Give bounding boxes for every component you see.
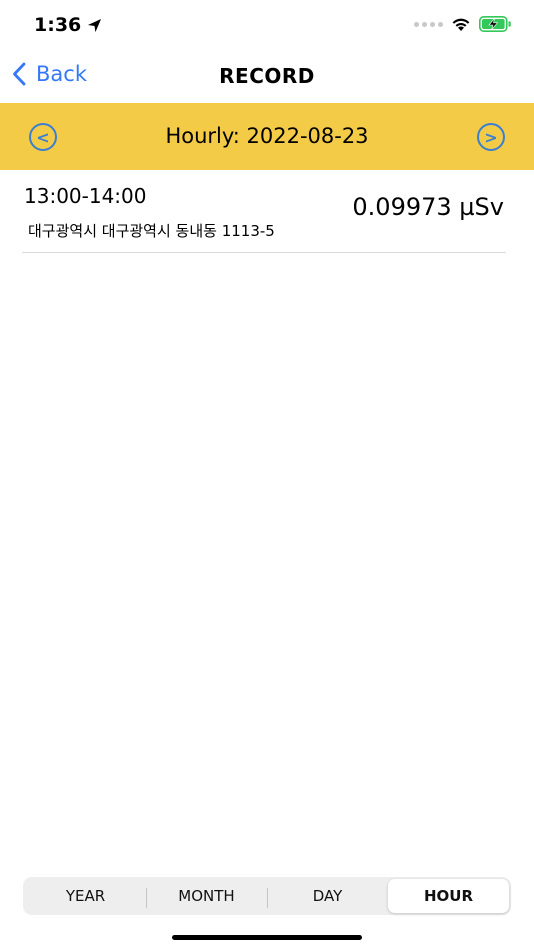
- page-title: RECORD: [219, 64, 315, 88]
- record-time-range: 13:00-14:00: [24, 184, 147, 208]
- date-bar: < Hourly: 2022-08-23 >: [0, 103, 534, 170]
- segment-day[interactable]: DAY: [267, 879, 388, 913]
- signal-dots-icon: [414, 21, 443, 27]
- status-time: 1:36: [34, 14, 102, 36]
- record-row[interactable]: 13:00-14:00 대구광역시 대구광역시 동내동 1113-5 0.099…: [22, 172, 506, 253]
- next-date-button[interactable]: >: [477, 123, 505, 151]
- home-indicator: [172, 935, 362, 940]
- segment-hour[interactable]: HOUR: [388, 879, 509, 913]
- status-time-text: 1:36: [34, 14, 82, 36]
- date-title: Hourly: 2022-08-23: [165, 124, 369, 148]
- segment-year[interactable]: YEAR: [25, 879, 146, 913]
- location-arrow-icon: [88, 18, 102, 32]
- segment-month[interactable]: MONTH: [146, 879, 267, 913]
- status-icons: [414, 16, 512, 32]
- next-date-icon: >: [484, 127, 498, 147]
- status-bar: 1:36: [0, 0, 534, 50]
- navigation-bar: Back RECORD: [0, 50, 534, 104]
- wifi-icon: [452, 18, 470, 31]
- battery-charging-icon: [479, 16, 511, 32]
- record-address: 대구광역시 대구광역시 동내동 1113-5: [28, 222, 275, 240]
- record-dose-value: 0.09973 µSv: [352, 193, 504, 221]
- period-segmented-control: YEAR MONTH DAY HOUR: [23, 877, 511, 915]
